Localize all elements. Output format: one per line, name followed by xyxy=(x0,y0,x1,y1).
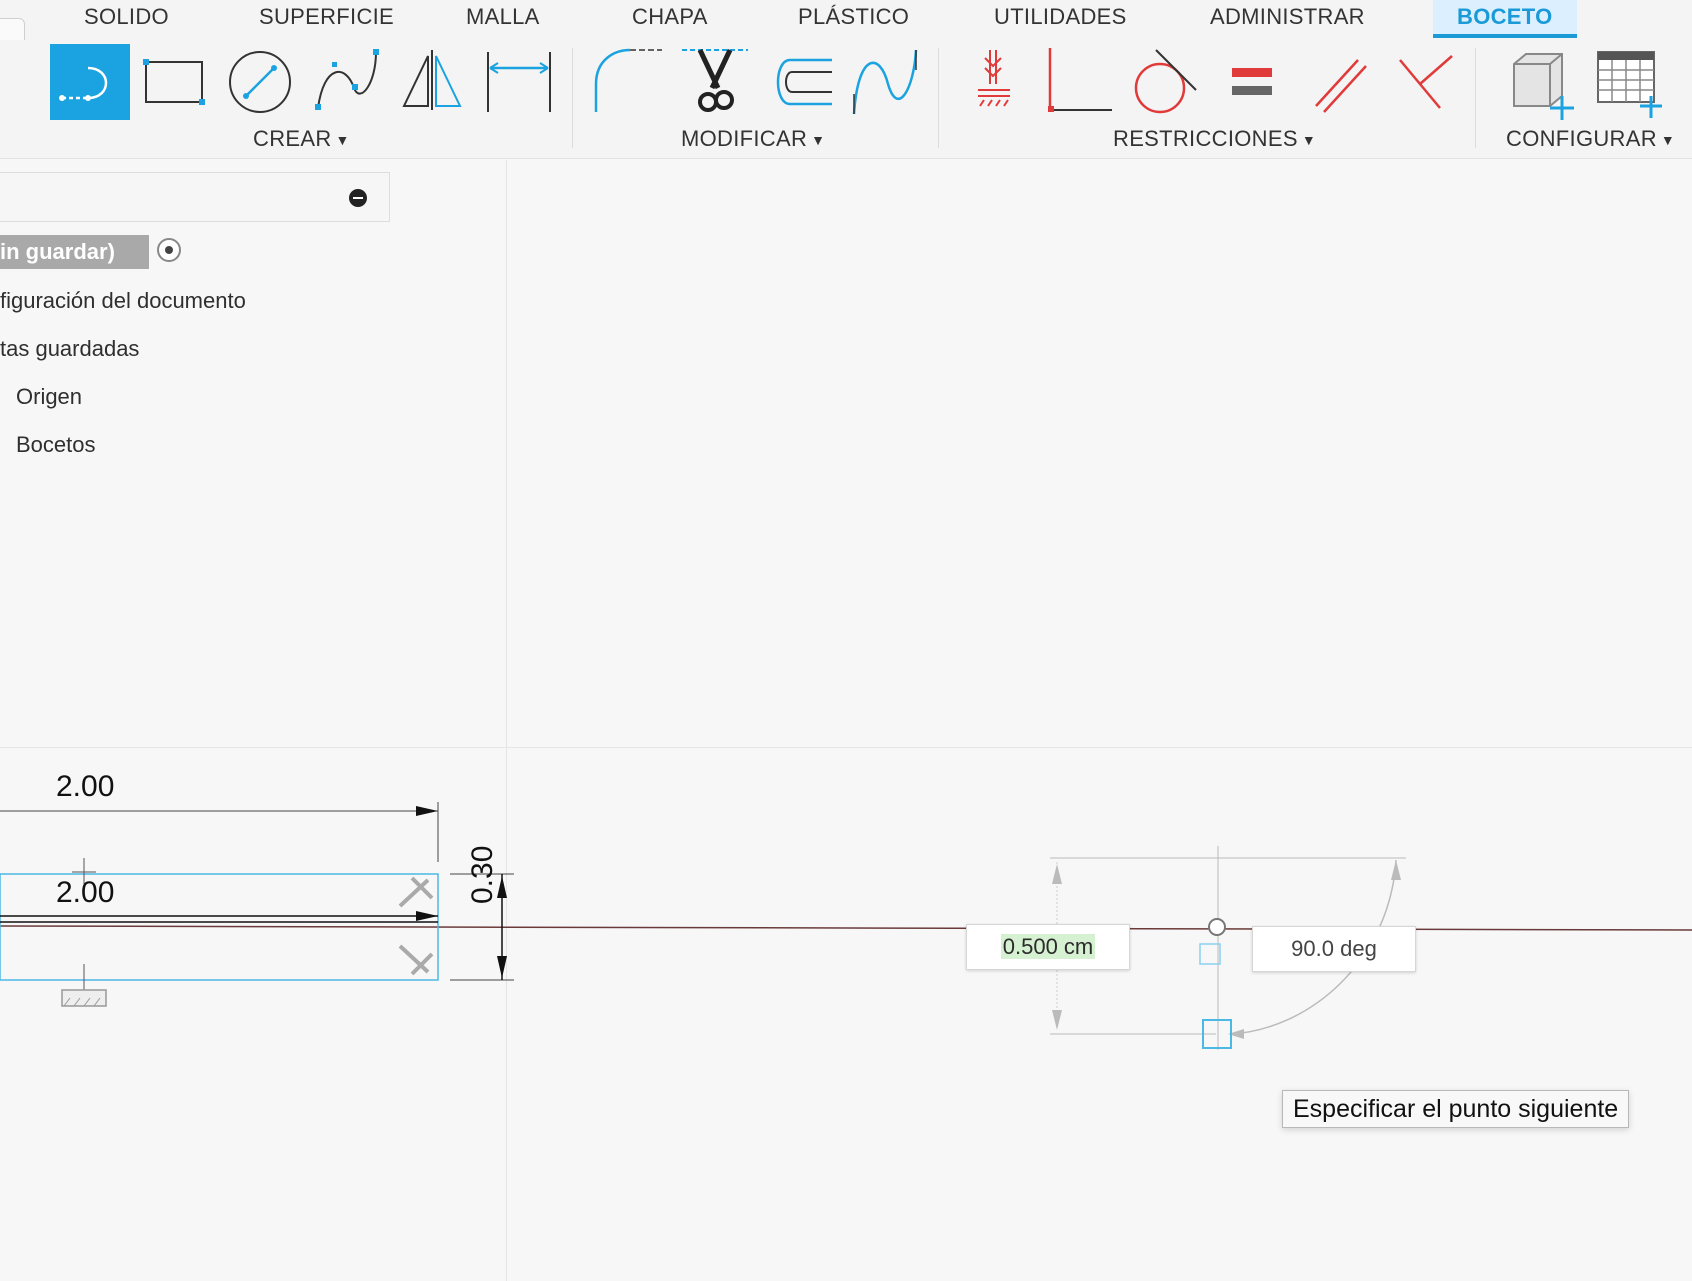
tab-boceto[interactable]: BOCETO xyxy=(1433,0,1577,38)
fillet-icon[interactable] xyxy=(588,44,668,120)
modificar-menu[interactable]: MODIFICAR ▼ xyxy=(681,126,825,152)
horizontal-constraint-glyph xyxy=(398,876,434,908)
sketch-line xyxy=(0,925,1692,931)
trim-icon[interactable] xyxy=(674,44,754,120)
mirror-icon[interactable] xyxy=(392,44,472,120)
tree-item-origin[interactable]: Origen xyxy=(16,384,82,410)
tangent-icon[interactable] xyxy=(1126,44,1206,120)
parallel-icon[interactable] xyxy=(1298,44,1378,120)
toolbar-separator xyxy=(938,48,939,148)
tab-solido[interactable]: SOLIDO xyxy=(84,4,169,30)
fix-icon[interactable] xyxy=(954,44,1034,120)
spline-icon[interactable] xyxy=(306,44,386,120)
tab-malla[interactable]: MALLA xyxy=(466,4,540,30)
equal-icon[interactable] xyxy=(1212,44,1292,120)
perpendicular-x-icon[interactable] xyxy=(1384,44,1464,120)
spline-curvature-icon[interactable] xyxy=(846,44,926,120)
tooltip: Especificar el punto siguiente xyxy=(1282,1090,1630,1128)
restricciones-menu[interactable]: RESTRICCIONES ▼ xyxy=(1113,126,1316,152)
perpendicular-icon[interactable] xyxy=(1040,44,1120,120)
ground-symbol xyxy=(61,989,107,1007)
dimension-icon[interactable] xyxy=(478,44,558,120)
document-name-badge[interactable]: in guardar) xyxy=(0,235,149,269)
perpendicular-glyph xyxy=(1199,943,1221,965)
ribbon-tabs: SOLIDO SUPERFICIE MALLA CHAPA PLÁSTICO U… xyxy=(0,0,1692,40)
dimension-mid[interactable]: 2.00 xyxy=(56,876,114,910)
rectangle-icon[interactable] xyxy=(134,44,214,120)
collapse-icon[interactable] xyxy=(349,189,367,207)
tab-plastico[interactable]: PLÁSTICO xyxy=(798,4,909,30)
tree-item-sketches[interactable]: Bocetos xyxy=(16,432,96,458)
tab-chapa[interactable]: CHAPA xyxy=(632,4,708,30)
tab-administrar[interactable]: ADMINISTRAR xyxy=(1210,4,1365,30)
cursor-point xyxy=(1202,1019,1232,1049)
line-icon[interactable] xyxy=(50,44,130,120)
tab-utilidades[interactable]: UTILIDADES xyxy=(994,4,1127,30)
crear-menu[interactable]: CREAR ▼ xyxy=(253,126,350,152)
sketch-line-double xyxy=(0,915,438,923)
component-config-icon[interactable] xyxy=(1498,44,1578,120)
length-input[interactable]: 0.500 cm xyxy=(966,924,1130,970)
tab-superficie[interactable]: SUPERFICIE xyxy=(259,4,394,30)
tree-item-document-settings[interactable]: figuración del documento xyxy=(0,288,246,314)
angle-input[interactable]: 90.0 deg xyxy=(1252,926,1416,972)
active-document-radio[interactable] xyxy=(157,238,181,262)
canvas-axis-horizontal xyxy=(0,747,1692,748)
line-start-point xyxy=(1208,918,1226,936)
table-config-icon[interactable] xyxy=(1584,44,1664,120)
tree-item-named-views[interactable]: tas guardadas xyxy=(0,336,139,362)
offset-icon[interactable] xyxy=(760,44,840,120)
browser-header xyxy=(0,172,390,222)
dimension-vertical[interactable]: 0.30 xyxy=(466,846,500,904)
toolbar-separator xyxy=(1475,48,1476,148)
configurar-menu[interactable]: CONFIGURAR ▼ xyxy=(1506,126,1675,152)
canvas-axis-vertical xyxy=(506,160,507,1281)
dimension-top[interactable]: 2.00 xyxy=(56,770,114,804)
toolbar-separator xyxy=(572,48,573,148)
circle-icon[interactable] xyxy=(220,44,300,120)
